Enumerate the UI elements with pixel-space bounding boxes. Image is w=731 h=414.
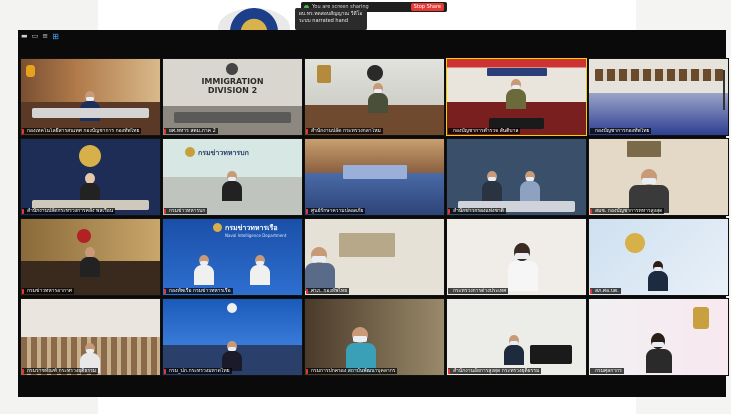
video-tile[interactable]: สำนักงานปลัด กระทรวงกลาโหม [304, 58, 445, 136]
participant-name-label: ยศ.ทหาร สตม.ภาค 2 [164, 128, 218, 134]
participant-name-label: กองบัญชาการกองทัพไทย [590, 128, 652, 134]
army-intel-sign: กรมข่าวทหารบก [198, 149, 249, 157]
participant-name-label: สำนักงานปลัดกระทรวงการคลัง พลเรือน [22, 208, 116, 214]
navy-intel-sign-en: Naval Intelligence Department [225, 233, 287, 238]
portrait-frame [317, 65, 331, 83]
participant-name-label: กรมศุลกากร [590, 368, 624, 374]
muted-mic-icon [164, 209, 166, 214]
muted-mic-icon [448, 369, 450, 374]
restore-icon[interactable]: ▭ [32, 32, 39, 40]
video-tile[interactable]: กรมข่าวทหารเรือ Naval Intelligence Depar… [162, 218, 303, 296]
navy-emblem-icon [213, 223, 222, 232]
video-tile[interactable]: กรม_ปภ.กระทรวงมหาดไทย [162, 298, 303, 376]
participant-video-grid: กองเทคโนโลยีสารสนเทศ กองบัญชาการ กองทัพไ… [20, 58, 729, 376]
participant-name-label: ศรภ. กองทัพไทย [306, 288, 350, 294]
muted-mic-icon [22, 289, 24, 294]
immigration-sign: IMMIGRATION DIVISION 2 [201, 77, 264, 95]
gallery-view-icon[interactable]: ⊞ [52, 32, 59, 41]
muted-mic-icon [164, 369, 166, 374]
participant-tooltip: ผบ.ทร.ทดสอบสัญญาณ วีดีโอ ระบบ narrated h… [295, 8, 367, 30]
muted-mic-icon [306, 369, 308, 374]
participant-name-label: สภ.ศอ.บต. [590, 288, 621, 294]
muted-mic-icon [22, 209, 24, 214]
army-emblem-icon [185, 147, 195, 157]
video-tile[interactable]: สำนักข่าวกรองแห่งชาติ [446, 138, 587, 216]
video-tile[interactable]: กรมข่าวทหารบก กรมข่าวทหารบก [162, 138, 303, 216]
portrait-row [595, 69, 723, 81]
video-tile[interactable]: IMMIGRATION DIVISION 2 ยศ.ทหาร สตม.ภาค 2 [162, 58, 303, 136]
video-tile[interactable]: กระทรวงการต่างประเทศ [446, 218, 587, 296]
muted-mic-icon [590, 209, 592, 214]
video-tile[interactable]: ศรภ. กองทัพไทย [304, 218, 445, 296]
meeting-window: ▬ ▭ ≡ ⊞ กองเทคโนโลยีสารสนเทศ กองบัญชาการ… [18, 30, 729, 397]
participant-name-label: กระทรวงการต่างประเทศ [448, 288, 509, 294]
muted-mic-icon [448, 209, 450, 214]
muted-mic-icon [164, 289, 166, 294]
muted-mic-icon [306, 129, 308, 134]
muted-mic-icon [590, 289, 592, 294]
video-tile[interactable]: สำนักงานปลัดกระทรวงการคลัง พลเรือน [20, 138, 161, 216]
video-tile[interactable]: กรมข่าวทหารอากาศ [20, 218, 161, 296]
video-tile[interactable]: กองเทคโนโลยีสารสนเทศ กองบัญชาการ กองทัพไ… [20, 58, 161, 136]
participant-name-label: กรมข่าวทหารบก [164, 208, 208, 214]
banner [487, 68, 547, 76]
picture-frame [627, 141, 661, 157]
hand-raise-icon [26, 65, 35, 77]
emblem-icon [77, 229, 91, 243]
participant-name-label: กองทัพเรือ กรมข่าวทหารเรือ [164, 288, 233, 294]
participant-name-label: สมช. กองบัญชาการทหารสูงสุด [590, 208, 665, 214]
participant-name-label: กรมราชทัณฑ์ กระทรวงยุติธรรม [22, 368, 99, 374]
minimize-icon[interactable]: ▬ [21, 32, 28, 40]
participant-name-label: ศูนย์รักษาความปลอดภัย [306, 208, 366, 214]
participant-name-label: สำนักงานปลัด กระทรวงกลาโหม [306, 128, 383, 134]
shared-slide-bottom [98, 396, 636, 414]
video-tile[interactable]: สมช. กองบัญชาการทหารสูงสุด [588, 138, 729, 216]
emblem-icon [693, 307, 709, 329]
ministry-emblem-icon [79, 145, 101, 167]
participant-name-label: กองบัญชาการตำรวจ สันติบาล [448, 128, 521, 134]
participant-name-label: กรมการปกครอง สถาบันพัฒนาบุคลากร [306, 368, 398, 374]
participant-name-label: กรมข่าวทหารอากาศ [22, 288, 74, 294]
video-tile[interactable]: ศูนย์รักษาความปลอดภัย [304, 138, 445, 216]
participant-name-label: สำนักข่าวกรองแห่งชาติ [448, 208, 506, 214]
video-tile[interactable]: สภ.ศอ.บต. [588, 218, 729, 296]
screen-display [343, 165, 407, 179]
scrollbar[interactable] [723, 70, 725, 110]
participant-name-label: สำนักงานอัยการสูงสุด กระทรวงยุติธรรม [448, 368, 542, 374]
emblem-icon [625, 233, 645, 253]
muted-mic-icon [22, 369, 24, 374]
video-tile[interactable]: กองบัญชาการกองทัพไทย [588, 58, 729, 136]
emblem-icon [367, 65, 383, 81]
framed-painting [339, 233, 395, 257]
muted-mic-icon [306, 209, 308, 214]
video-tile[interactable]: กรมการปกครอง สถาบันพัฒนาบุคลากร [304, 298, 445, 376]
video-tile[interactable]: กรมศุลกากร [588, 298, 729, 376]
video-tile[interactable]: กรมราชทัณฑ์ กระทรวงยุติธรรม [20, 298, 161, 376]
stop-share-button[interactable]: Stop Share [410, 3, 444, 11]
emblem-icon [227, 303, 237, 313]
immigration-emblem-icon [226, 63, 238, 75]
video-tile-active-speaker[interactable]: กองบัญชาการตำรวจ สันติบาล [446, 58, 587, 136]
tooltip-line-2: ระบบ narrated hand [299, 18, 349, 24]
video-tile[interactable]: สำนักงานอัยการสูงสุด กระทรวงยุติธรรม [446, 298, 587, 376]
participant-name-label: กรม_ปภ.กระทรวงมหาดไทย [164, 368, 232, 374]
muted-mic-icon [164, 129, 166, 134]
window-toolbar: ▬ ▭ ≡ ⊞ [18, 30, 729, 42]
muted-mic-icon [22, 129, 24, 134]
tooltip-line-1: ผบ.ทร.ทดสอบสัญญาณ วีดีโอ [299, 11, 363, 17]
muted-mic-icon [306, 289, 308, 294]
participant-name-label: กองเทคโนโลยีสารสนเทศ กองบัญชาการ กองทัพไ… [22, 128, 142, 134]
close-icon[interactable]: ≡ [42, 32, 48, 40]
